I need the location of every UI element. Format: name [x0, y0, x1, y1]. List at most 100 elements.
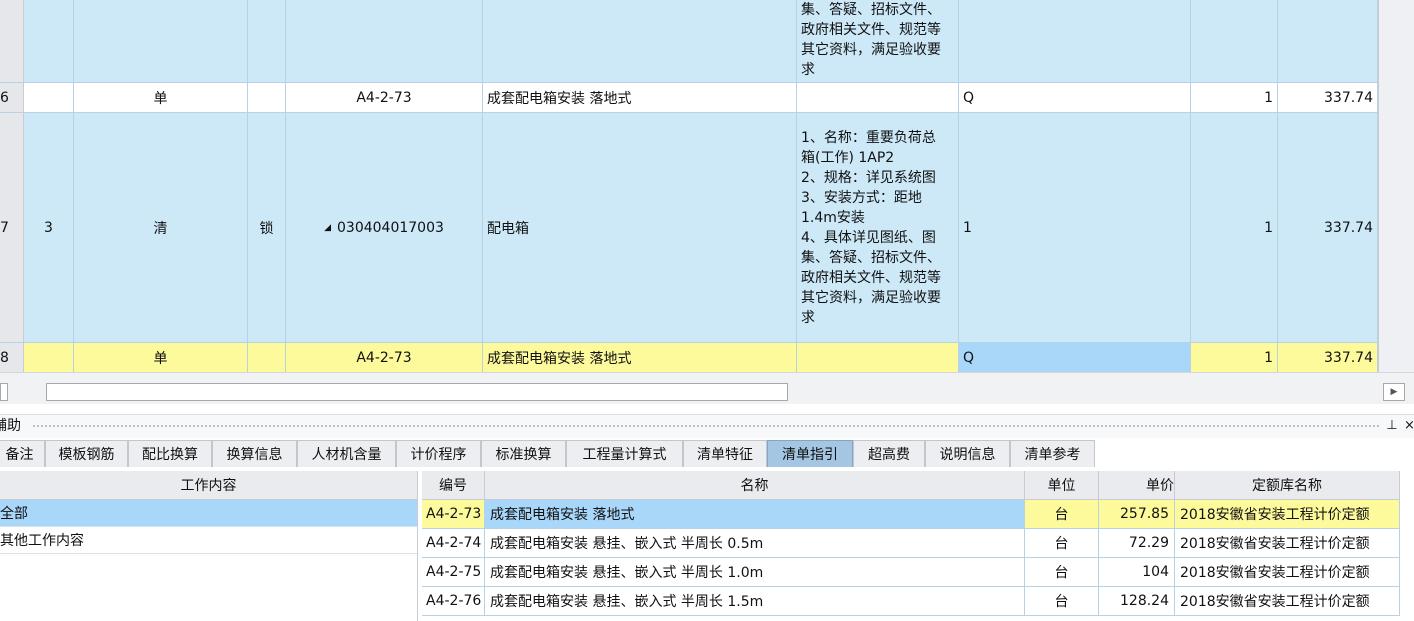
- name-cell[interactable]: 配电箱: [483, 113, 797, 343]
- price-cell[interactable]: 337.74: [1278, 83, 1378, 113]
- name-cell-text: 成套配电箱安装 落地式: [487, 90, 632, 107]
- grid-row[interactable]: 7 3 清 锁 ◢ 030404017003 配电箱 1、名称：重要负荷总 箱(工作) 1AP2…: [0, 113, 1378, 343]
- tab-7[interactable]: 标准换算: [481, 440, 566, 467]
- scrollbar-thumb[interactable]: [46, 383, 788, 401]
- lock-cell[interactable]: [248, 0, 286, 83]
- quota-lib-cell[interactable]: 2018安徽省安装工程计价定额: [1175, 558, 1400, 587]
- quota-code-cell[interactable]: A4-2-75: [422, 558, 485, 587]
- type-cell-text: 单: [153, 350, 168, 367]
- feature-line: 1.4m安装: [801, 209, 865, 226]
- feature-line: 1、名称：重要负荷总: [801, 129, 936, 146]
- tab-3[interactable]: 配比换算: [128, 440, 212, 467]
- quota-price-cell[interactable]: 257.85: [1099, 500, 1175, 529]
- lock-cell[interactable]: [248, 83, 286, 113]
- name-cell[interactable]: 成套配电箱安装 落地式: [483, 83, 797, 113]
- qty-cell[interactable]: [1191, 0, 1278, 83]
- type-cell[interactable]: 清: [74, 113, 248, 343]
- grid-row[interactable]: 6 单 A4-2-73 成套配电箱安装 落地式 Q 1 337.74: [0, 83, 1378, 113]
- scroll-right-button[interactable]: ▶: [1383, 383, 1405, 401]
- code-cell[interactable]: A4-2-73: [286, 343, 483, 372]
- code-cell[interactable]: [286, 0, 483, 83]
- quota-code-cell[interactable]: A4-2-74: [422, 529, 485, 558]
- tab-1[interactable]: 备注: [0, 440, 45, 467]
- quota-unit-cell[interactable]: 台: [1025, 529, 1099, 558]
- feature-cell[interactable]: 集、答疑、招标文件、 政府相关文件、规范等 其它资料，满足验收要求: [797, 0, 959, 83]
- qty-expr-cell[interactable]: Q: [959, 343, 1191, 372]
- quota-lib-cell[interactable]: 2018安徽省安装工程计价定额: [1175, 529, 1400, 558]
- quota-lib-cell[interactable]: 2018安徽省安装工程计价定额: [1175, 587, 1400, 616]
- feature-line: 箱(工作) 1AP2: [801, 149, 895, 166]
- work-content-item[interactable]: 其他工作内容: [0, 527, 417, 554]
- qty-expr-cell[interactable]: 1: [959, 113, 1191, 343]
- aux-panel-title: 辅助: [0, 418, 21, 434]
- tab-2[interactable]: 模板钢筋: [45, 440, 128, 467]
- quota-price-cell[interactable]: 72.29: [1099, 529, 1175, 558]
- quota-name-cell[interactable]: 成套配电箱安装 落地式: [485, 500, 1025, 529]
- type-cell-text: 单: [153, 90, 168, 107]
- ref-header-cell: 定额库名称: [1175, 471, 1400, 500]
- quota-unit-cell[interactable]: 台: [1025, 500, 1099, 529]
- work-content-item[interactable]: 全部: [0, 500, 417, 527]
- lock-cell[interactable]: [248, 343, 286, 372]
- type-cell[interactable]: 单: [74, 83, 248, 113]
- feature-cell[interactable]: [797, 343, 959, 372]
- tab-8[interactable]: 工程量计算式: [566, 440, 683, 467]
- qty-cell[interactable]: 1: [1191, 343, 1278, 372]
- collapse-triangle-icon[interactable]: ◢: [324, 223, 331, 233]
- type-cell[interactable]: [74, 0, 248, 83]
- quota-name-cell[interactable]: 成套配电箱安装 悬挂、嵌入式 半周长 0.5m: [485, 529, 1025, 558]
- quota-name-cell[interactable]: 成套配电箱安装 悬挂、嵌入式 半周长 1.5m: [485, 587, 1025, 616]
- tab-12[interactable]: 说明信息: [925, 440, 1010, 467]
- price-cell[interactable]: [1278, 0, 1378, 83]
- tab-10[interactable]: 清单指引: [767, 440, 853, 467]
- qty-expr-cell[interactable]: [959, 0, 1191, 83]
- qty-expr-cell[interactable]: Q: [959, 83, 1191, 113]
- quota-name-cell[interactable]: 成套配电箱安装 悬挂、嵌入式 半周长 1.0m: [485, 558, 1025, 587]
- quota-lib-cell[interactable]: 2018安徽省安装工程计价定额: [1175, 500, 1400, 529]
- quota-unit-cell[interactable]: 台: [1025, 558, 1099, 587]
- tab-9[interactable]: 清单特征: [683, 440, 767, 467]
- seq-cell[interactable]: 3: [24, 113, 74, 343]
- feature-cell[interactable]: 1、名称：重要负荷总 箱(工作) 1AP2 2、规格：详见系统图 3、安装方式：距地 1…: [797, 113, 959, 343]
- price-cell[interactable]: 337.74: [1278, 343, 1378, 372]
- qty-expr-cell-text: 1: [963, 219, 972, 236]
- tab-6[interactable]: 计价程序: [396, 440, 481, 467]
- panel-drag-handle[interactable]: [32, 424, 1380, 428]
- qty-cell-text: 1: [1264, 349, 1273, 366]
- quota-price-cell[interactable]: 128.24: [1099, 587, 1175, 616]
- type-cell[interactable]: 单: [74, 343, 248, 372]
- qty-expr-cell-text: Q: [963, 89, 975, 106]
- name-cell-text: 配电箱: [487, 220, 529, 237]
- code-cell[interactable]: ◢ 030404017003: [286, 113, 483, 343]
- seq-cell[interactable]: [24, 0, 74, 83]
- price-cell[interactable]: 337.74: [1278, 113, 1378, 343]
- name-cell[interactable]: 成套配电箱安装 落地式: [483, 343, 797, 372]
- quota-code-cell[interactable]: A4-2-76: [422, 587, 485, 616]
- quota-code-cell[interactable]: A4-2-73: [422, 500, 485, 529]
- tab-11[interactable]: 超高费: [853, 440, 925, 467]
- ref-header-cell: 名称: [485, 471, 1025, 500]
- ref-header-cell: 单价: [1099, 471, 1175, 500]
- quota-price-cell[interactable]: 104: [1099, 558, 1175, 587]
- feature-line: 政府相关文件、规范等: [801, 22, 941, 38]
- qty-cell[interactable]: 1: [1191, 83, 1278, 113]
- tab-13[interactable]: 清单参考: [1010, 440, 1095, 467]
- close-icon[interactable]: ×: [1404, 416, 1414, 436]
- tab-5[interactable]: 人材机含量: [297, 440, 396, 467]
- scroll-left-button[interactable]: [0, 383, 8, 401]
- pin-icon[interactable]: ⊥: [1385, 416, 1399, 436]
- seq-cell[interactable]: [24, 83, 74, 113]
- name-cell[interactable]: [483, 0, 797, 83]
- lock-cell[interactable]: 锁: [248, 113, 286, 343]
- seq-cell[interactable]: [24, 343, 74, 372]
- code-cell[interactable]: A4-2-73: [286, 83, 483, 113]
- feature-cell[interactable]: [797, 83, 959, 113]
- code-cell-text: 030404017003: [337, 219, 444, 236]
- feature-line: 2、规格：详见系统图: [801, 169, 936, 186]
- grid-row[interactable]: 集、答疑、招标文件、 政府相关文件、规范等 其它资料，满足验收要求: [0, 0, 1378, 83]
- qty-cell[interactable]: 1: [1191, 113, 1278, 343]
- tab-4[interactable]: 换算信息: [212, 440, 297, 467]
- grid-row[interactable]: 8 单 A4-2-73 成套配电箱安装 落地式 Q 1 337.74: [0, 343, 1378, 372]
- name-cell-text: 成套配电箱安装 落地式: [487, 350, 632, 367]
- quota-unit-cell[interactable]: 台: [1025, 587, 1099, 616]
